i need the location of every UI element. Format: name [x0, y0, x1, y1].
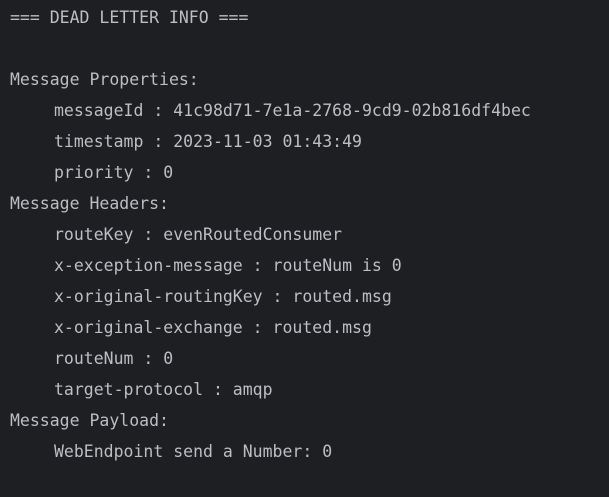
section-title-headers: Message Headers: — [10, 194, 169, 213]
property-timestamp: timestamp : 2023-11-03 01:43:49 — [54, 132, 362, 151]
header-original-exchange: x-original-exchange : routed.msg — [54, 318, 372, 337]
section-title-payload: Message Payload: — [10, 411, 169, 430]
payload-body: WebEndpoint send a Number: 0 — [54, 442, 333, 461]
header-route-num: routeNum : 0 — [54, 349, 174, 368]
section-title-properties: Message Properties: — [10, 70, 199, 89]
console-output: === DEAD LETTER INFO === Message Propert… — [10, 6, 609, 471]
header-route-key: routeKey : evenRoutedConsumer — [54, 225, 343, 244]
property-priority: priority : 0 — [54, 163, 174, 182]
header-target-protocol: target-protocol : amqp — [54, 380, 273, 399]
dead-letter-header: === DEAD LETTER INFO === — [10, 8, 249, 27]
header-original-routing-key: x-original-routingKey : routed.msg — [54, 287, 392, 306]
header-exception-message: x-exception-message : routeNum is 0 — [54, 256, 402, 275]
property-message-id: messageId : 41c98d71-7e1a-2768-9cd9-02b8… — [54, 101, 531, 120]
